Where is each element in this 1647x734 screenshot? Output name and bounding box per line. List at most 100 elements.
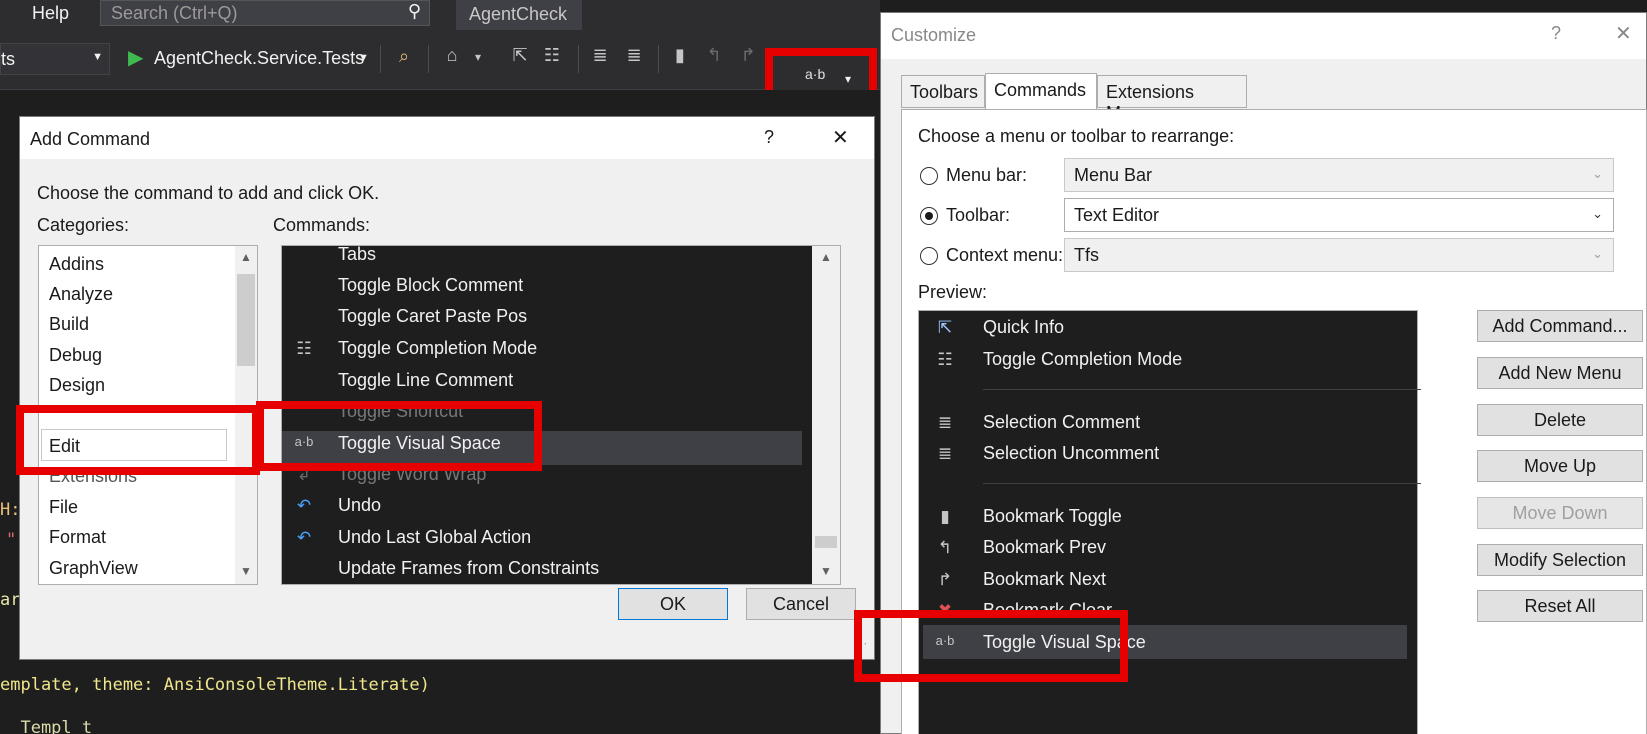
help-button[interactable]: ? bbox=[1551, 23, 1561, 44]
category-item[interactable]: Debug bbox=[49, 345, 102, 366]
preview-item[interactable]: Bookmark Next bbox=[983, 569, 1106, 590]
add-command-dialog: Add Command ? ✕ Choose the command to ad… bbox=[16, 116, 875, 660]
edit-category-highlight bbox=[16, 405, 260, 475]
dialog-titlebar: Customize ? ✕ bbox=[881, 13, 1646, 59]
help-button[interactable]: ? bbox=[764, 127, 774, 148]
cancel-button[interactable]: Cancel bbox=[746, 588, 856, 620]
preview-item[interactable]: Toggle Completion Mode bbox=[983, 349, 1182, 370]
command-item[interactable]: Toggle Block Comment bbox=[338, 275, 523, 296]
commands-tab-panel: Choose a menu or toolbar to rearrange: M… bbox=[854, 109, 1647, 734]
tab-toolbars[interactable]: Toolbars bbox=[901, 75, 985, 108]
category-item[interactable]: Build bbox=[49, 314, 89, 335]
preview-label: Preview: bbox=[918, 282, 988, 302]
bookmark-next-icon: ↱ bbox=[937, 570, 953, 589]
delete-button[interactable]: Delete bbox=[1477, 404, 1643, 436]
preview-item[interactable]: Bookmark Toggle bbox=[983, 506, 1122, 527]
move-down-button[interactable]: Move Down bbox=[1477, 497, 1643, 529]
code-line: emplate, theme: AnsiConsoleTheme.Literat… bbox=[0, 675, 430, 695]
category-item[interactable]: Format bbox=[49, 527, 106, 548]
comment-icon[interactable]: ≣ bbox=[588, 45, 612, 66]
close-button[interactable]: ✕ bbox=[832, 125, 849, 150]
tab-commands[interactable]: Commands bbox=[985, 73, 1097, 110]
menu-bar-value: Menu Bar bbox=[1074, 165, 1153, 185]
context-menu-value: Tfs bbox=[1074, 245, 1099, 265]
preview-item[interactable]: Bookmark Prev bbox=[983, 537, 1106, 558]
chevron-up-icon[interactable]: ▲ bbox=[240, 250, 252, 264]
reset-all-button[interactable]: Reset All bbox=[1477, 590, 1643, 622]
code-line: " bbox=[6, 530, 17, 550]
solution-name: AgentCheck bbox=[469, 4, 568, 24]
command-item[interactable]: Toggle Completion Mode bbox=[338, 338, 537, 359]
tab-extensions-menu[interactable]: Extensions Menu bbox=[1097, 75, 1247, 123]
add-new-menu-button[interactable]: Add New Menu bbox=[1477, 357, 1643, 389]
chevron-down-icon: ⌄ bbox=[1592, 206, 1603, 221]
uncomment-icon: ≣ bbox=[937, 444, 953, 463]
solution-name-badge: AgentCheck bbox=[456, 0, 582, 30]
bookmark-icon: ▮ bbox=[940, 507, 950, 526]
completion-mode-icon[interactable]: ☷ bbox=[540, 45, 564, 66]
chevron-down-icon[interactable]: ▼ bbox=[240, 564, 252, 578]
visual-space-icon[interactable]: a·b bbox=[805, 66, 825, 82]
command-item[interactable]: Undo Last Global Action bbox=[338, 527, 531, 548]
command-item[interactable]: Toggle Caret Paste Pos bbox=[338, 306, 527, 327]
ok-button[interactable]: OK bbox=[618, 588, 728, 620]
menu-bar-combo[interactable]: Menu Bar ⌄ bbox=[1064, 158, 1614, 192]
toolbar-combo[interactable]: Text Editor ⌄ bbox=[1064, 198, 1614, 232]
category-item[interactable]: GraphView bbox=[49, 558, 138, 579]
toolbar-radio[interactable] bbox=[920, 207, 938, 225]
category-item[interactable]: File bbox=[49, 497, 78, 518]
add-command-button[interactable]: Add Command... bbox=[1477, 310, 1643, 342]
menu-bar-radio[interactable] bbox=[920, 167, 938, 185]
command-item[interactable]: Tabs bbox=[338, 246, 376, 265]
config-dropdown-value: ts bbox=[1, 49, 16, 69]
toolbar-separator bbox=[380, 45, 381, 73]
command-item[interactable]: Toggle Line Comment bbox=[338, 370, 513, 391]
find-in-files-icon[interactable]: ⌕ bbox=[392, 46, 416, 67]
command-item[interactable]: Update Frames from Constraints bbox=[338, 558, 599, 579]
toolbar-separator bbox=[578, 45, 579, 73]
preview-item[interactable]: Selection Uncomment bbox=[983, 443, 1159, 464]
dialog-title: Customize bbox=[891, 25, 977, 45]
undo-icon: ↶ bbox=[296, 496, 312, 515]
chevron-down-icon[interactable]: ▾ bbox=[845, 72, 851, 86]
command-item[interactable]: Undo bbox=[338, 495, 381, 516]
scrollbar-thumb[interactable] bbox=[815, 536, 837, 548]
home-icon[interactable]: ⌂ bbox=[440, 45, 464, 66]
chevron-down-icon[interactable]: ▼ bbox=[820, 564, 832, 578]
preview-item[interactable]: Selection Comment bbox=[983, 412, 1140, 433]
visual-space-command-highlight bbox=[256, 401, 542, 471]
undo-icon: ↶ bbox=[296, 528, 312, 547]
comment-icon: ≣ bbox=[937, 413, 953, 432]
startup-project[interactable]: AgentCheck.Service.Tests bbox=[154, 48, 364, 69]
close-button[interactable]: ✕ bbox=[1615, 21, 1632, 46]
category-item[interactable]: Analyze bbox=[49, 284, 113, 305]
context-menu-combo[interactable]: Tfs ⌄ bbox=[1064, 238, 1614, 272]
chevron-down-icon[interactable]: ▾ bbox=[466, 50, 490, 64]
choose-label: Choose a menu or toolbar to rearrange: bbox=[918, 126, 1235, 146]
commands-scrollbar[interactable]: ▲ ▼ bbox=[812, 246, 840, 584]
context-menu-label: Context menu: bbox=[946, 245, 1064, 265]
chevron-up-icon[interactable]: ▲ bbox=[820, 250, 832, 264]
chevron-down-icon: ⌄ bbox=[1592, 246, 1603, 261]
search-icon: ⚲ bbox=[407, 1, 421, 21]
uncomment-icon[interactable]: ≣ bbox=[622, 45, 646, 66]
modify-selection-button[interactable]: Modify Selection bbox=[1477, 544, 1643, 576]
bookmark-prev-icon[interactable]: ↰ bbox=[702, 45, 726, 66]
quick-info-icon[interactable]: ⇱ bbox=[508, 45, 532, 66]
config-dropdown[interactable]: ts ▼ bbox=[0, 43, 110, 75]
chevron-down-icon[interactable]: ▼ bbox=[358, 52, 369, 64]
bookmark-next-icon[interactable]: ↱ bbox=[736, 45, 760, 66]
visual-space-preview-highlight bbox=[854, 610, 1128, 682]
context-menu-radio[interactable] bbox=[920, 247, 938, 265]
menu-help[interactable]: Help bbox=[32, 3, 69, 24]
bookmark-icon[interactable]: ▮ bbox=[668, 45, 692, 66]
move-up-button[interactable]: Move Up bbox=[1477, 450, 1643, 482]
chevron-down-icon: ▼ bbox=[92, 51, 103, 63]
dialog-titlebar: Add Command ? ✕ bbox=[20, 117, 874, 159]
category-item[interactable]: Addins bbox=[49, 254, 104, 275]
quick-launch-search[interactable]: Search (Ctrl+Q) ⚲ bbox=[100, 0, 430, 26]
preview-item[interactable]: Quick Info bbox=[983, 317, 1064, 338]
category-item[interactable]: Design bbox=[49, 375, 105, 396]
scrollbar-thumb[interactable] bbox=[237, 274, 255, 366]
start-debug-icon[interactable]: ▶ bbox=[128, 45, 143, 70]
